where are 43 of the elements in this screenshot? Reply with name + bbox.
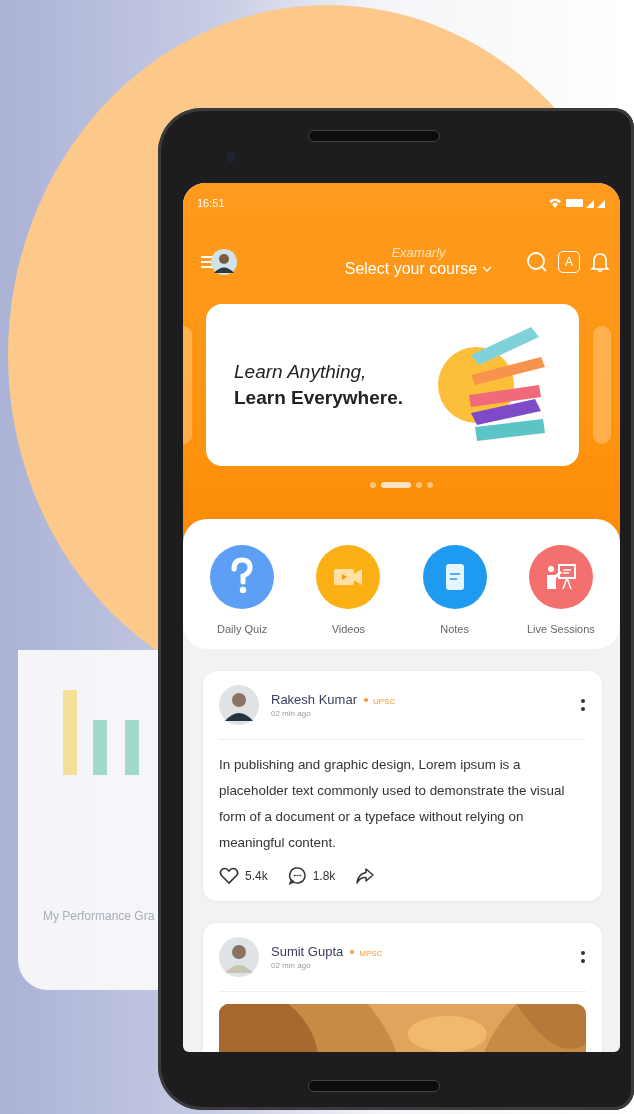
bell-icon[interactable]	[590, 250, 610, 273]
bar	[125, 720, 139, 775]
avatar	[219, 937, 259, 977]
comment-icon	[287, 866, 307, 885]
app-name: Examarly	[391, 245, 446, 260]
presentation-icon[interactable]	[528, 545, 593, 609]
share-icon[interactable]	[355, 866, 376, 885]
post-text: In publishing and graphic design, Lorem ipsum is a placeholder text commonly used to demonstrate the visual form of a document or a typeface without relying on meaningful content.	[219, 756, 566, 852]
menu-icon[interactable]	[201, 254, 213, 269]
more-options-icon[interactable]	[580, 697, 586, 713]
graph-title: My Performance Gra	[43, 909, 156, 923]
category-label: Live Sessions	[526, 623, 595, 635]
note-icon[interactable]	[422, 545, 487, 609]
exam-tag: MPSC	[359, 949, 383, 958]
video-camera-icon[interactable]	[316, 545, 381, 609]
post-time: 02 min ago	[271, 961, 312, 970]
banner-headline: Learn Everywhere.	[234, 387, 403, 409]
chevron-down-icon	[482, 265, 493, 273]
question-icon[interactable]	[210, 545, 275, 609]
tag-dot	[350, 949, 355, 954]
search-icon[interactable]	[526, 250, 548, 273]
carousel-dot[interactable]	[416, 482, 422, 488]
heart-icon	[219, 866, 239, 885]
more-options-icon[interactable]	[580, 949, 586, 965]
avatar	[219, 685, 259, 725]
tag-dot	[364, 697, 368, 702]
carousel-dot[interactable]	[427, 482, 433, 488]
banner-card[interactable]: Learn Anything, Learn Everywhere.	[206, 304, 579, 466]
author-name: Rakesh Kumar	[271, 692, 357, 707]
category-label: Notes	[440, 623, 469, 635]
author-name: Sumit Gupta	[271, 944, 344, 959]
status-icons	[548, 197, 606, 209]
comment-button[interactable]: 1.8k	[287, 866, 336, 885]
carousel-dot[interactable]	[370, 482, 376, 488]
like-button[interactable]: 5.4k	[219, 866, 268, 885]
banner-headline: Learn Anything,	[234, 361, 368, 383]
category-label: Videos	[331, 623, 366, 635]
avatar[interactable]	[211, 248, 237, 275]
category-label: Daily Quiz	[217, 623, 268, 635]
status-time: 16:51	[197, 197, 225, 209]
bar	[93, 720, 107, 775]
post-time: 02 min ago	[271, 709, 312, 718]
exam-tag: UPSC	[373, 697, 396, 706]
